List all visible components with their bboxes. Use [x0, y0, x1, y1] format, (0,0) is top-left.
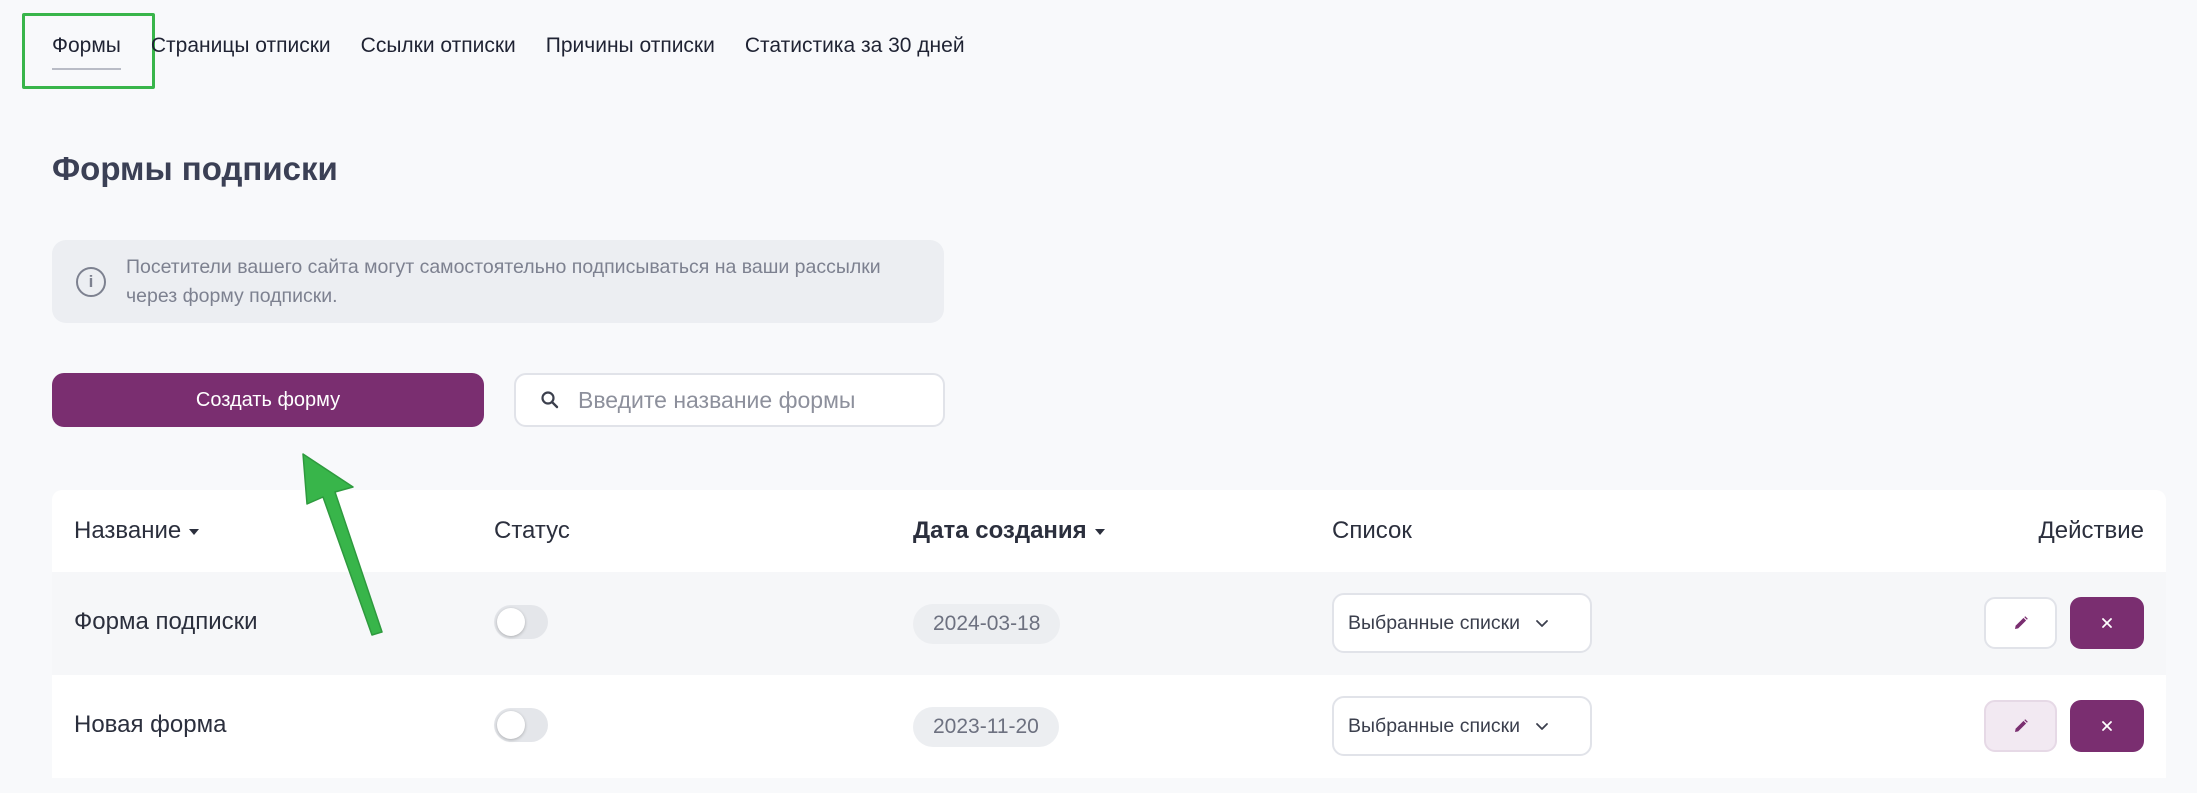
info-icon: i — [76, 266, 106, 297]
edit-button[interactable] — [1984, 597, 2057, 649]
close-icon — [2102, 721, 2112, 731]
created-date-badge: 2023-11-20 — [913, 707, 1059, 747]
status-toggle[interactable] — [494, 708, 548, 742]
created-date-badge: 2024-03-18 — [913, 604, 1061, 644]
search-input[interactable] — [578, 386, 938, 414]
column-header-status-label: Статус — [494, 517, 570, 544]
chevron-down-icon — [1536, 723, 1548, 730]
column-header-name-label: Название — [74, 517, 182, 544]
pencil-icon — [2014, 719, 2028, 732]
info-text: Посетители вашего сайта могут самостояте… — [126, 255, 881, 307]
form-name: Новая форма — [74, 711, 227, 738]
list-select-label: Выбранные списки — [1348, 714, 1521, 737]
sort-caret-icon — [1094, 529, 1105, 535]
column-header-action-label: Действие — [2038, 517, 2144, 544]
status-toggle[interactable] — [494, 605, 548, 639]
column-header-name[interactable]: Название — [74, 517, 200, 545]
info-box: i Посетители вашего сайта могут самостоя… — [52, 240, 944, 323]
chevron-down-icon — [1536, 620, 1548, 627]
delete-button[interactable] — [2070, 700, 2144, 752]
delete-button[interactable] — [2070, 597, 2144, 649]
page: Формы Страницы отписки Ссылки отписки Пр… — [0, 0, 2197, 793]
column-header-action: Действие — [2038, 517, 2144, 545]
sort-caret-icon — [189, 529, 200, 535]
create-form-button[interactable]: Создать форму — [52, 373, 484, 427]
tab-bar: Формы Страницы отписки Ссылки отписки Пр… — [52, 30, 965, 72]
tab-unsubscribe-pages[interactable]: Страницы отписки — [151, 30, 331, 72]
search-icon — [541, 391, 559, 409]
list-select[interactable]: Выбранные списки — [1332, 696, 1592, 756]
page-title: Формы подписки — [52, 150, 338, 187]
annotation-arrow-icon — [302, 453, 383, 636]
tab-unsubscribe-reasons[interactable]: Причины отписки — [546, 30, 715, 72]
list-select-label: Выбранные списки — [1348, 611, 1521, 634]
form-name: Форма подписки — [74, 608, 258, 635]
toggle-knob — [497, 711, 525, 739]
column-header-list-label: Список — [1332, 517, 1412, 544]
toggle-knob — [497, 608, 525, 636]
edit-button[interactable] — [1984, 700, 2057, 752]
tab-statistics-30-days[interactable]: Статистика за 30 дней — [745, 30, 965, 72]
table-row: Новая форма 2023-11-20 Выбранные списки — [52, 675, 2166, 778]
column-header-created-label: Дата создания — [913, 517, 1087, 544]
pencil-icon — [2014, 616, 2028, 629]
column-header-list: Список — [1332, 517, 1412, 545]
column-header-status: Статус — [494, 517, 570, 545]
list-select[interactable]: Выбранные списки — [1332, 593, 1592, 653]
tab-forms[interactable]: Формы — [52, 30, 121, 72]
tab-unsubscribe-links[interactable]: Ссылки отписки — [361, 30, 516, 72]
search-box[interactable] — [514, 373, 945, 427]
close-icon — [2102, 618, 2112, 628]
column-header-created[interactable]: Дата создания — [913, 517, 1105, 545]
